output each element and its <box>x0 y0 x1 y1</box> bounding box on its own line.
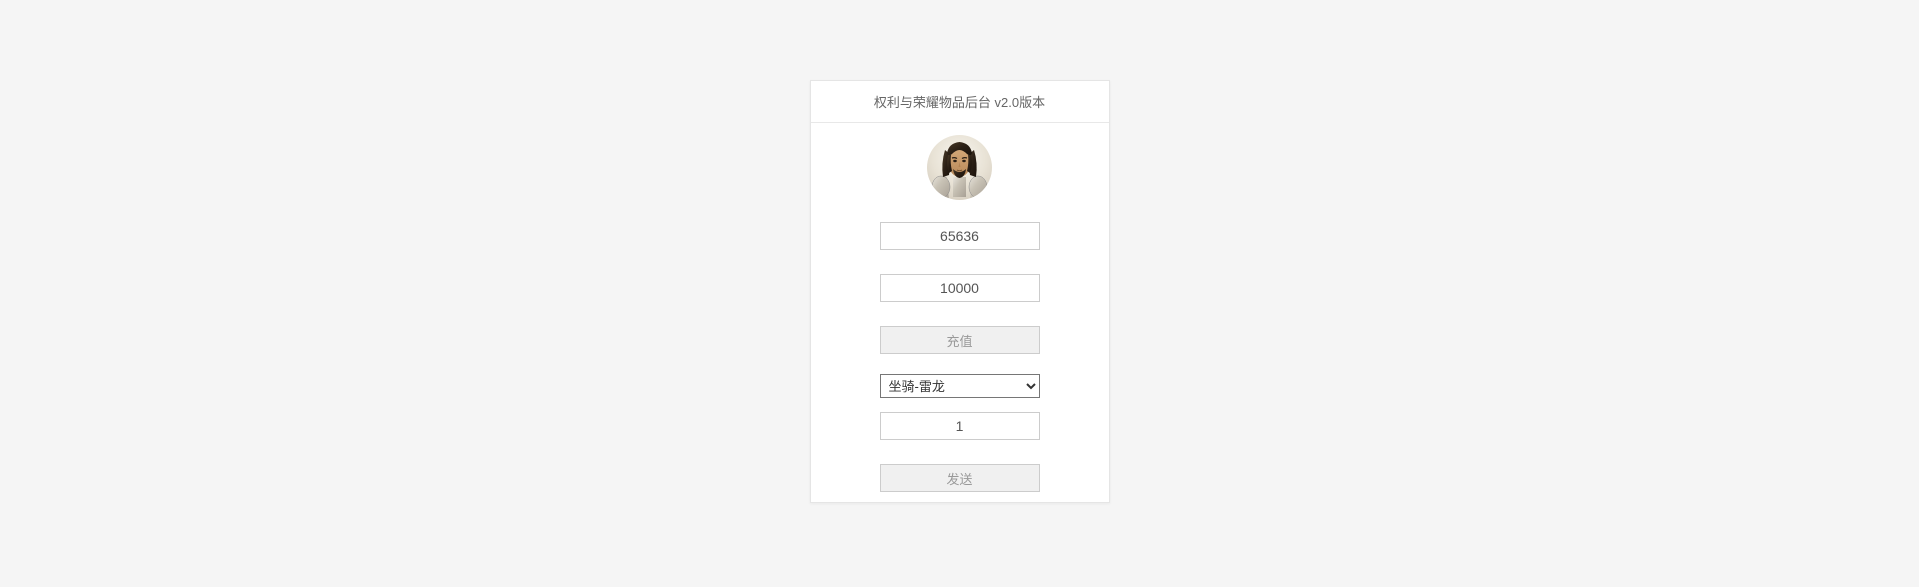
id-input[interactable] <box>880 222 1040 250</box>
amount-input[interactable] <box>880 274 1040 302</box>
panel-body: 充值 坐骑-雷龙 发送 <box>811 123 1109 502</box>
admin-panel: 权利与荣耀物品后台 v2.0版本 <box>810 80 1110 503</box>
panel-title: 权利与荣耀物品后台 v2.0版本 <box>874 92 1045 111</box>
send-button[interactable]: 发送 <box>880 464 1040 492</box>
avatar-image <box>927 135 992 200</box>
panel-header: 权利与荣耀物品后台 v2.0版本 <box>811 81 1109 123</box>
avatar <box>927 135 992 200</box>
recharge-button[interactable]: 充值 <box>880 326 1040 354</box>
quantity-input[interactable] <box>880 412 1040 440</box>
item-select[interactable]: 坐骑-雷龙 <box>880 374 1040 398</box>
